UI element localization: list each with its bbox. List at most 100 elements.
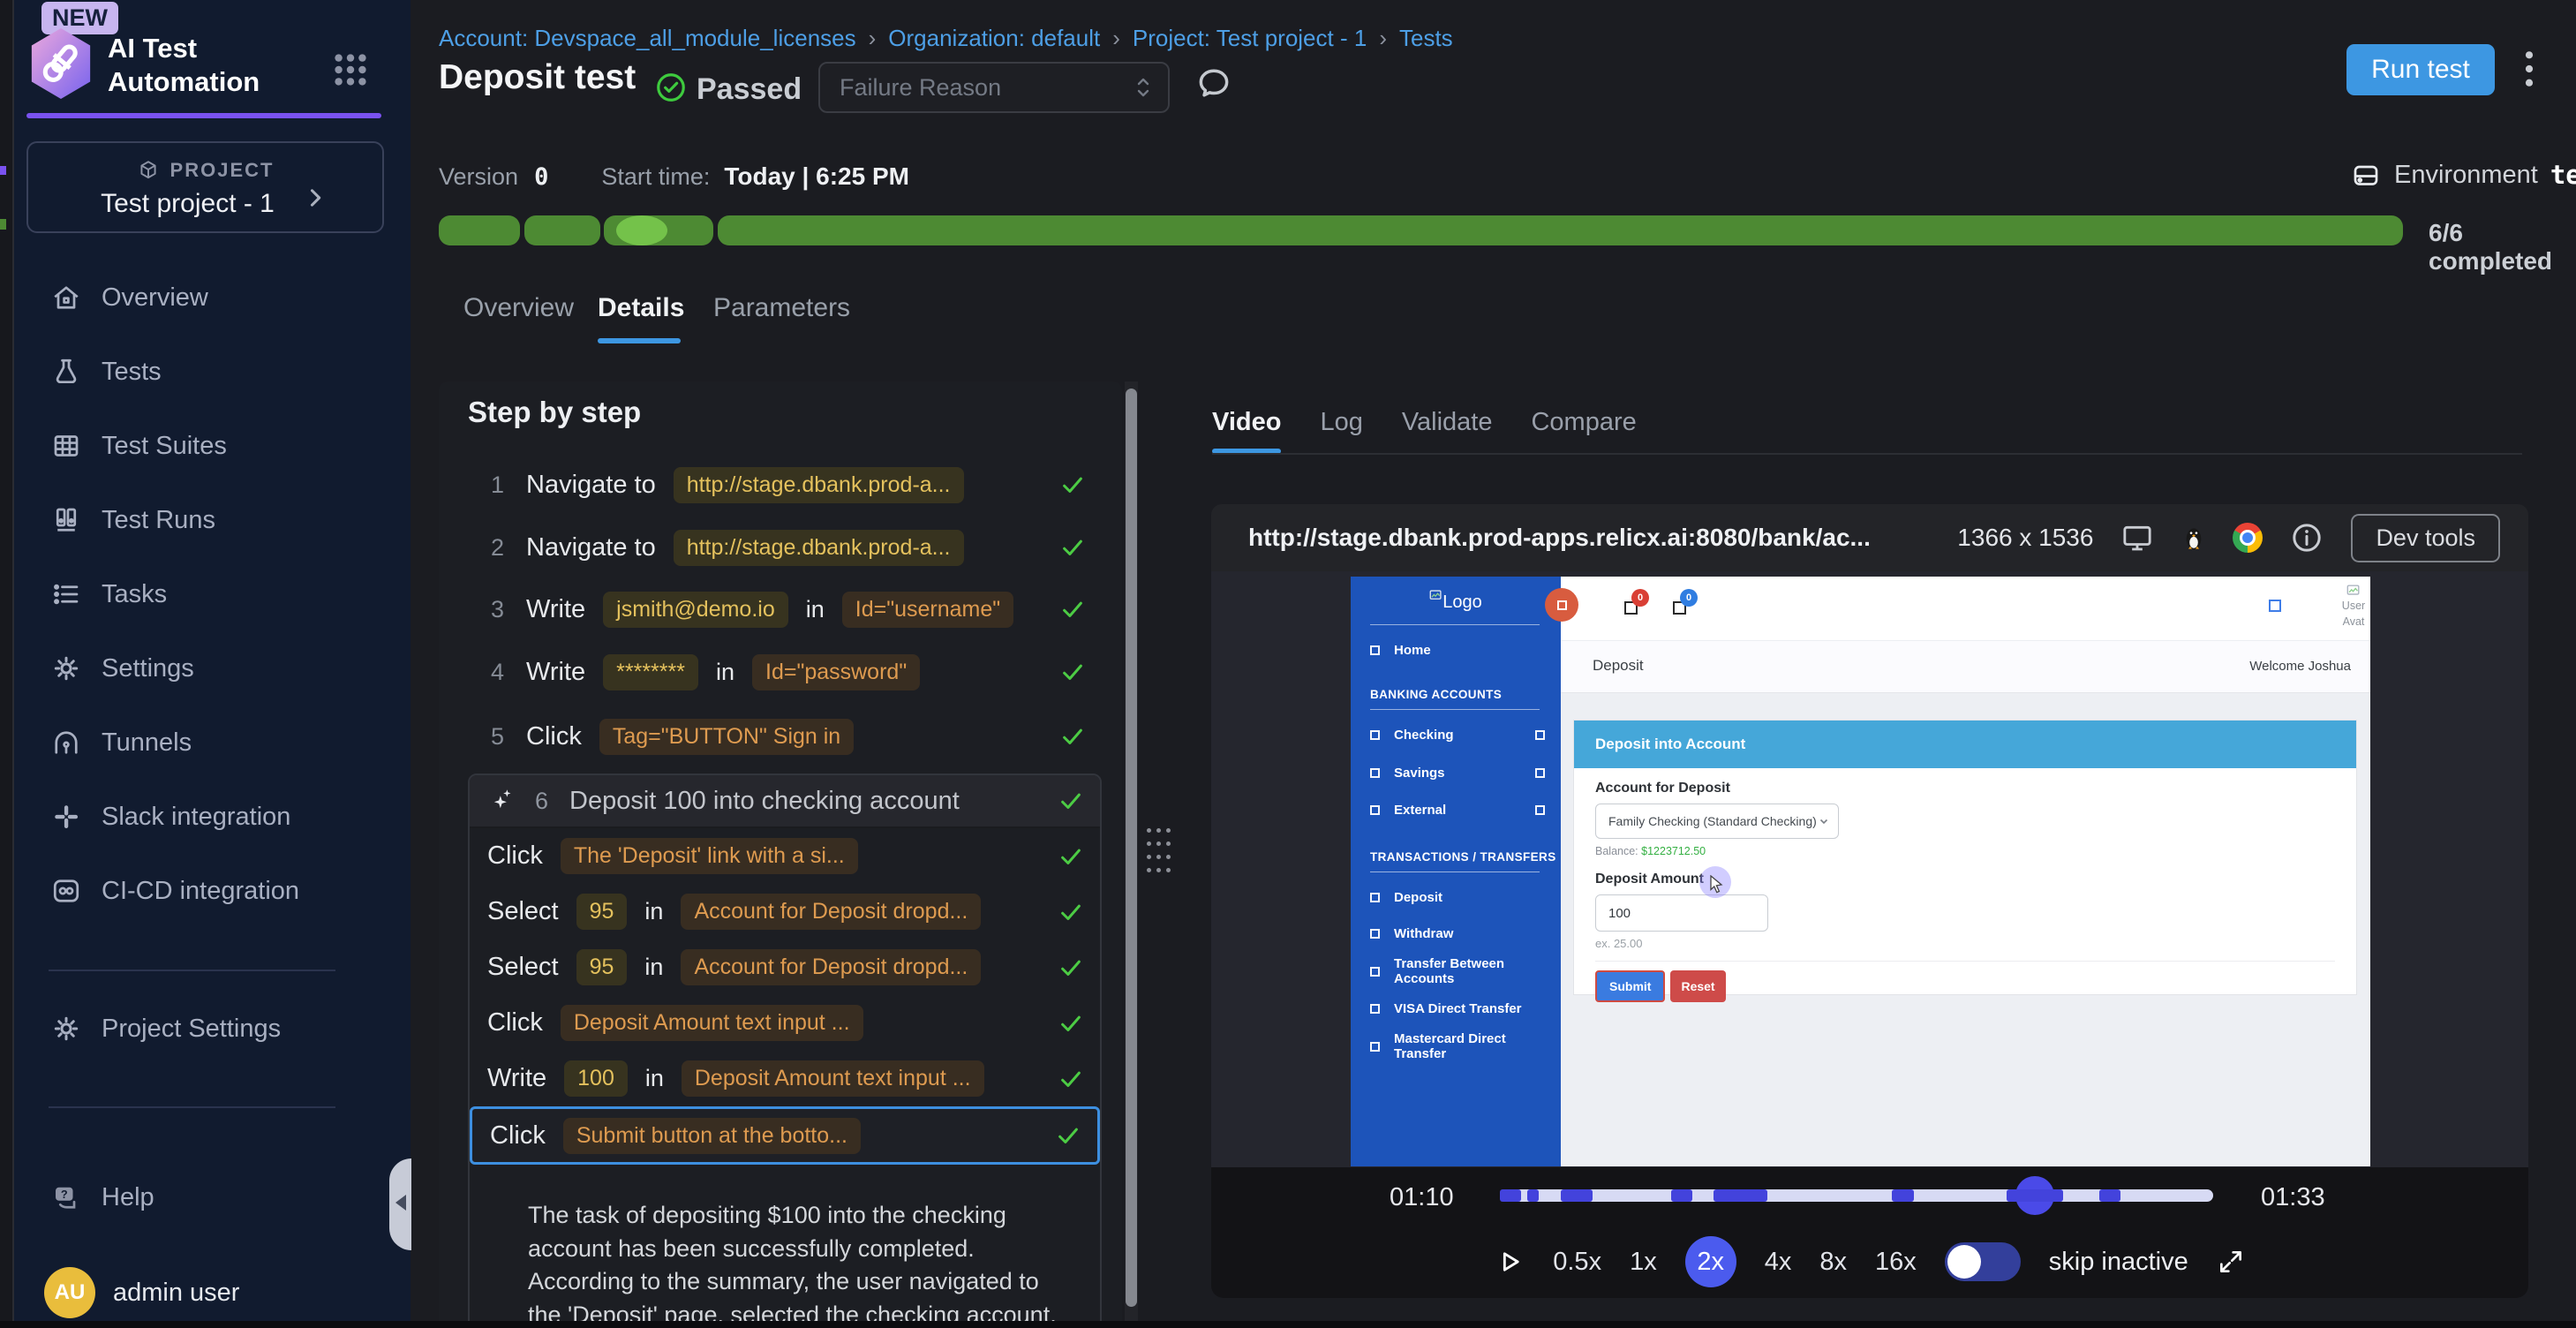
speed-16x[interactable]: 16x (1875, 1248, 1917, 1277)
step-row-2[interactable]: 2 Navigate to http://stage.dbank.prod-a.… (439, 517, 1122, 578)
fullscreen-icon[interactable] (2217, 1248, 2245, 1276)
edge-marker-purple (0, 166, 6, 175)
bank-page-header: Deposit Welcome Joshua (1561, 640, 2370, 693)
project-box-icon (137, 159, 160, 182)
bank-section-banking: BANKING ACCOUNTS (1351, 688, 1561, 701)
substep-row-2[interactable]: Select 95 in Account for Deposit dropd..… (470, 884, 1100, 939)
breadcrumb-organization[interactable]: Organization: default (888, 25, 1100, 51)
step-row-3[interactable]: 3 Write jsmith@demo.io in Id="username" (439, 578, 1122, 640)
locator-chip: Account for Deposit dropd... (681, 894, 981, 930)
account-select: Family Checking (Standard Checking) (1595, 804, 1839, 839)
tab-parameters[interactable]: Parameters (713, 293, 850, 323)
step-check-icon (1059, 534, 1086, 561)
sidebar-item-tests[interactable]: Tests (0, 335, 411, 409)
edge-marker-green (0, 219, 6, 230)
speed-8x[interactable]: 8x (1819, 1248, 1847, 1277)
app-logo-icon (26, 26, 95, 101)
bank-nav-transfer: Transfer Between Accounts (1351, 960, 1561, 983)
step-check-icon (1059, 472, 1086, 498)
play-button[interactable] (1495, 1247, 1525, 1277)
timeline-activity-segment (1671, 1189, 1692, 1202)
sidebar-item-test-runs[interactable]: Test Runs (0, 483, 411, 557)
skip-inactive-label: skip inactive (2049, 1248, 2188, 1277)
step-summary-text: The task of depositing $100 into the che… (528, 1199, 1075, 1328)
substep-row-5[interactable]: Write 100 in Deposit Amount text input .… (470, 1051, 1100, 1106)
failure-reason-select[interactable]: Failure Reason (818, 62, 1170, 113)
sidebar-item-settings[interactable]: Settings (0, 631, 411, 706)
breadcrumb-project[interactable]: Project: Test project - 1 (1133, 25, 1367, 51)
chevron-right-icon (303, 185, 328, 210)
select-chevrons-icon (1134, 74, 1152, 101)
sidebar-item-overview[interactable]: Overview (0, 260, 411, 335)
scrollbar-thumb[interactable] (1126, 389, 1137, 1307)
sidebar-item-slack-integration[interactable]: Slack integration (0, 780, 411, 854)
breadcrumb-account[interactable]: Account: Devspace_all_module_licenses (439, 25, 856, 51)
timeline-activity-segment (1500, 1189, 1521, 1202)
recording-cursor-marker (1545, 588, 1578, 622)
speed-4x[interactable]: 4x (1765, 1248, 1792, 1277)
value-chip: 95 (576, 894, 628, 930)
bank-topbar: 0 0 User Avat (1561, 577, 2370, 640)
tab-video[interactable]: Video (1212, 408, 1281, 437)
tab-validate[interactable]: Validate (1402, 408, 1493, 437)
step-group-6: 6 Deposit 100 into checking account Clic… (468, 773, 1102, 1328)
sidebar-item-tasks[interactable]: Tasks (0, 557, 411, 631)
step-check-icon (1058, 843, 1084, 870)
panel-drag-handle[interactable] (1147, 828, 1168, 876)
locator-chip: Id="username" (842, 592, 1013, 628)
player-tabs: Video Log Validate Compare (1212, 408, 1637, 437)
bank-nav-deposit: Deposit (1351, 886, 1561, 909)
video-frame-bank-app: Logo Home BANKING ACCOUNTS Checking Savi… (1351, 577, 2370, 1166)
substep-row-3[interactable]: Select 95 in Account for Deposit dropd..… (470, 939, 1100, 995)
bank-page-title: Deposit (1593, 657, 1644, 675)
step-row-4[interactable]: 4 Write ******** in Id="password" (439, 641, 1122, 703)
progress-completed-label: 6/6 completed (2429, 219, 2576, 275)
home-icon (49, 282, 84, 313)
sidebar-item-tunnels[interactable]: Tunnels (0, 706, 411, 780)
speed-2x-active[interactable]: 2x (1685, 1236, 1736, 1287)
user-avatar[interactable]: AU (44, 1267, 95, 1318)
sidebar-collapse-handle[interactable] (389, 1158, 411, 1250)
step-row-5[interactable]: 5 Click Tag="BUTTON" Sign in (439, 706, 1122, 767)
speed-0-5x[interactable]: 0.5x (1553, 1248, 1601, 1277)
step-by-step-panel: Step by step 1 Navigate to http://stage.… (439, 381, 1122, 1328)
sidebar-item-test-suites[interactable]: Test Suites (0, 409, 411, 483)
step-row-1[interactable]: 1 Navigate to http://stage.dbank.prod-a.… (439, 454, 1122, 516)
notification-badge-blue: 0 (1680, 589, 1698, 607)
project-selector[interactable]: PROJECT Test project - 1 (26, 141, 384, 233)
progress-segment (718, 215, 2403, 245)
speed-1x[interactable]: 1x (1630, 1248, 1657, 1277)
step-group-header[interactable]: 6 Deposit 100 into checking account (470, 775, 1100, 828)
substep-row-4[interactable]: Click Deposit Amount text input ... (470, 995, 1100, 1051)
step-check-icon (1058, 954, 1084, 981)
video-controls: 01:10 01:33 0.5x 1x 2x 4x 8x 16x skip in… (1211, 1167, 2528, 1298)
substep-row-6-selected[interactable]: Click Submit button at the botto... (470, 1106, 1100, 1165)
substep-row-1[interactable]: Click The 'Deposit' link with a si... (470, 828, 1100, 884)
bank-topbar-icon (2269, 600, 2281, 612)
info-icon[interactable] (2289, 520, 2324, 555)
viewport-resolution: 1366 x 1536 (1957, 524, 2093, 552)
tab-compare[interactable]: Compare (1531, 408, 1636, 437)
captured-url: http://stage.dbank.prod-apps.relicx.ai:8… (1248, 524, 1871, 552)
tab-log[interactable]: Log (1320, 408, 1362, 437)
sidebar-item-cicd-integration[interactable]: CI-CD integration (0, 854, 411, 928)
tab-details[interactable]: Details (598, 293, 684, 323)
kebab-menu-icon[interactable] (2523, 49, 2535, 88)
apps-grid-icon[interactable] (330, 49, 371, 90)
comment-bubble-icon[interactable] (1194, 64, 1233, 102)
chevron-left-icon (395, 1195, 406, 1211)
bank-nav-visa: VISA Direct Transfer (1351, 997, 1561, 1020)
tab-overview[interactable]: Overview (463, 293, 574, 323)
run-test-button[interactable]: Run test (2346, 44, 2495, 95)
sidebar-divider (49, 1106, 335, 1108)
timeline-activity-segment (2099, 1189, 2120, 1202)
breadcrumb-tests[interactable]: Tests (1399, 25, 1453, 51)
dev-tools-button[interactable]: Dev tools (2351, 514, 2500, 562)
run-meta: Version 0 Start time: Today | 6:25 PM (439, 162, 909, 191)
sidebar-item-project-settings[interactable]: Project Settings (0, 992, 411, 1066)
timeline-track[interactable] (1500, 1189, 2213, 1202)
bank-reset-button: Reset (1670, 970, 1725, 1002)
sidebar-item-help[interactable]: ? Help (0, 1174, 411, 1220)
video-stage: Logo Home BANKING ACCOUNTS Checking Savi… (1211, 571, 2528, 1167)
skip-inactive-toggle[interactable] (1945, 1242, 2021, 1281)
